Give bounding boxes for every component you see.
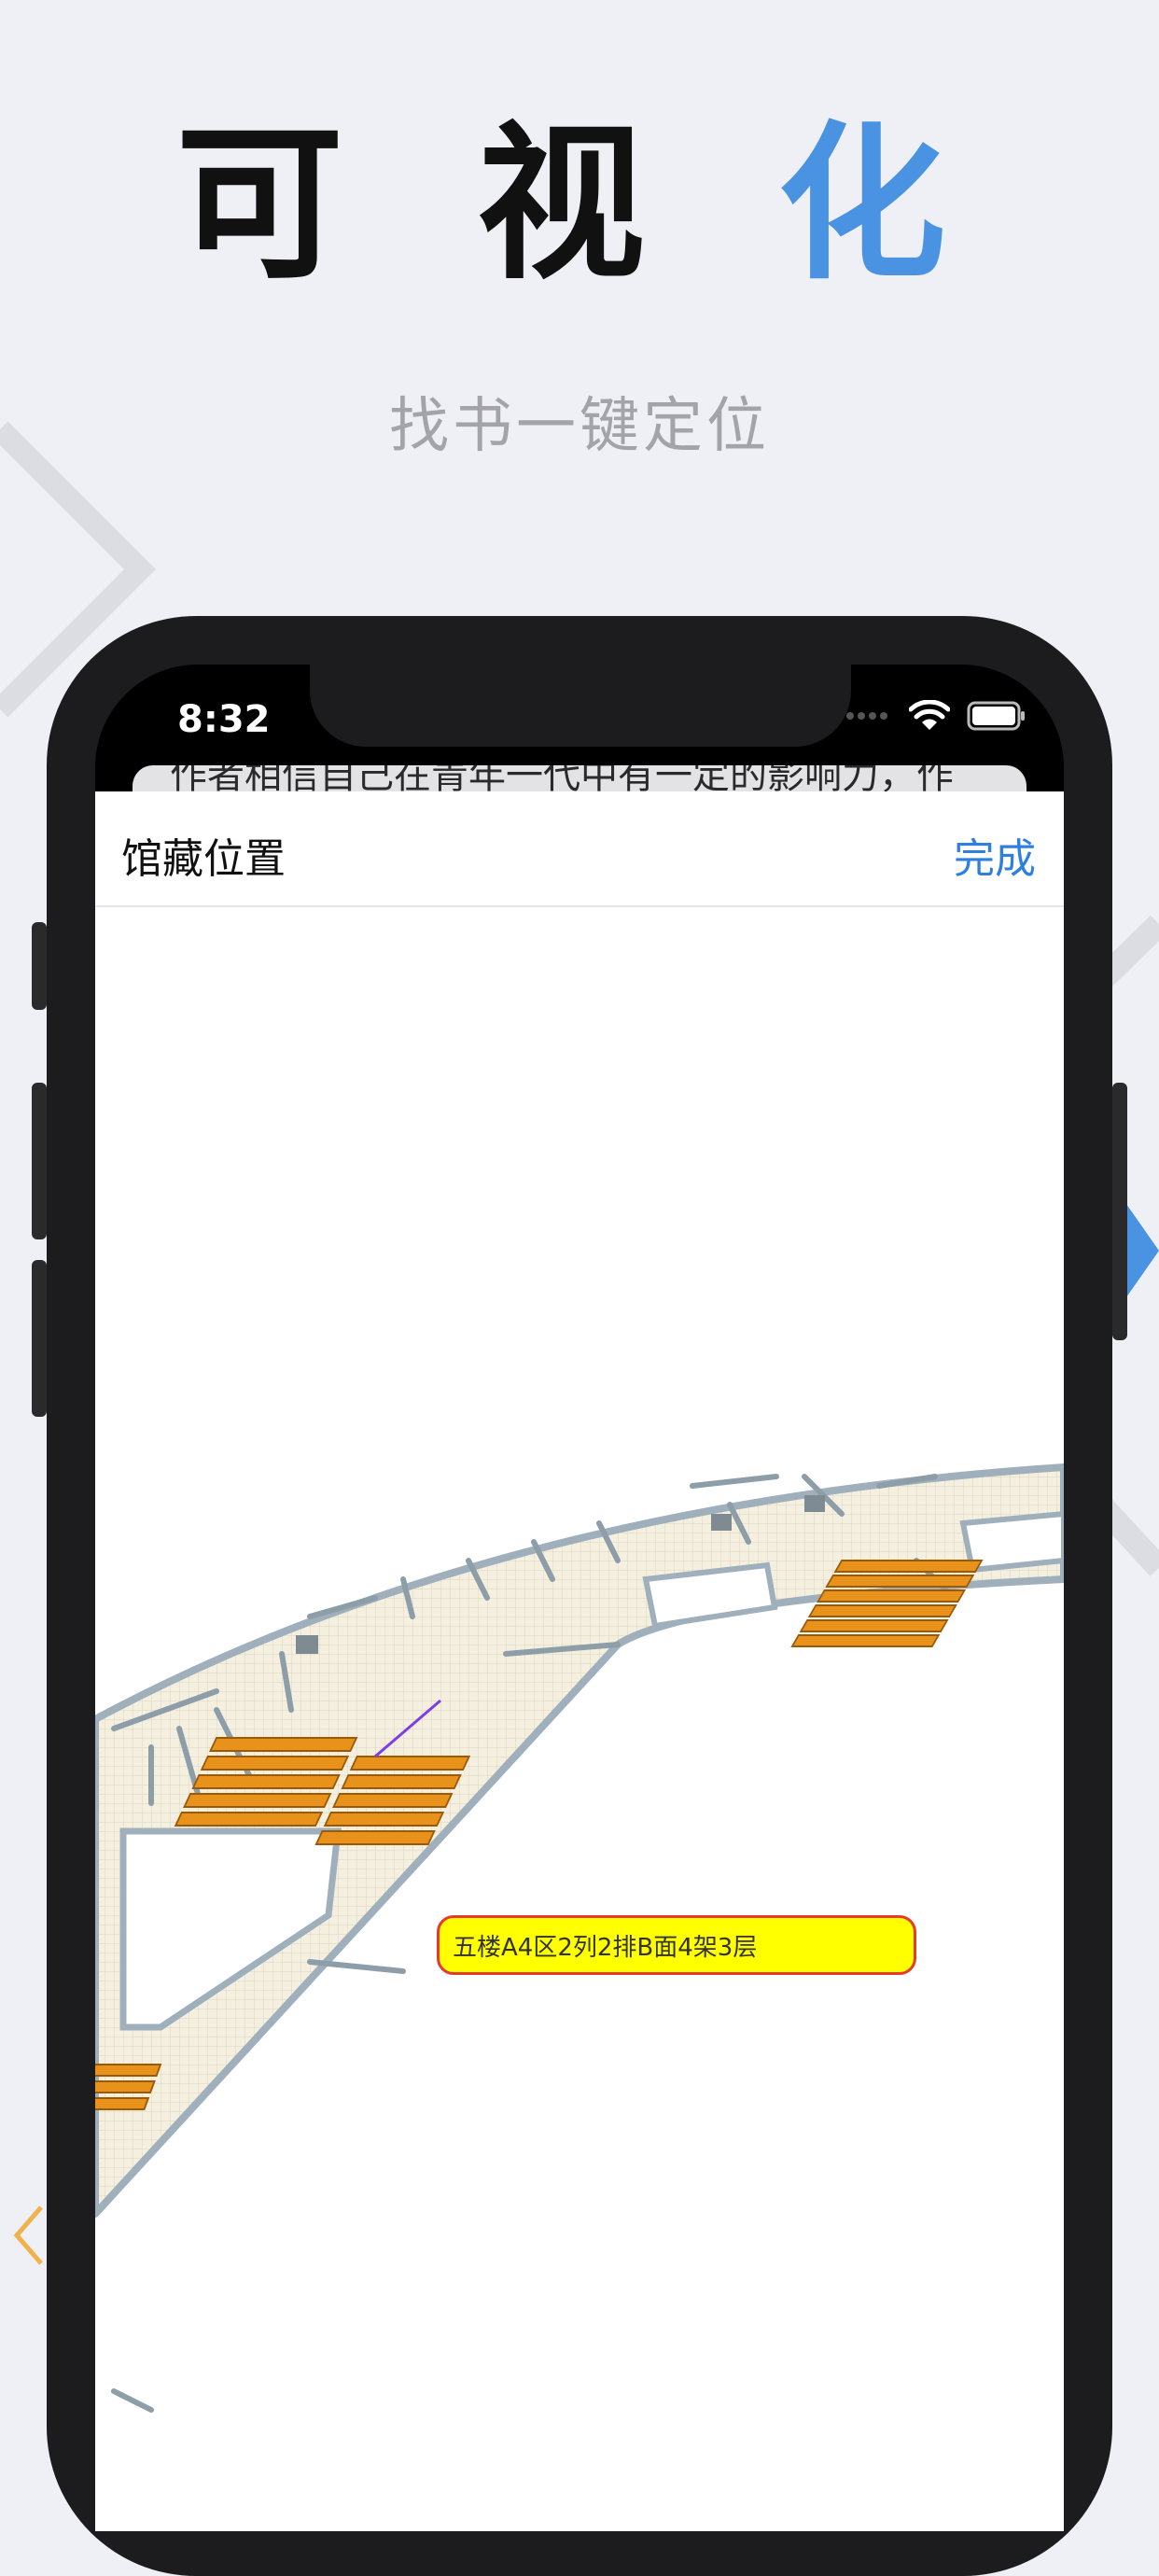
bookshelf: [833, 1560, 984, 1573]
bookshelf: [174, 1812, 324, 1827]
phone-power-button: [1112, 1083, 1127, 1340]
headline-accent: 化: [777, 107, 984, 302]
equipment-block: [296, 1635, 318, 1654]
phone-mute-switch: [32, 922, 47, 1010]
bookshelf: [209, 1737, 358, 1752]
status-time: 8:32: [177, 698, 271, 741]
bookshelf: [183, 1793, 332, 1808]
bookshelf: [332, 1793, 454, 1808]
decorative-orange-diamond: [13, 2205, 43, 2265]
headline-main: 可 视: [175, 107, 778, 302]
bookshelf: [191, 1774, 341, 1789]
phone-notch: [310, 665, 851, 747]
phone-screen: 8:32 作者相信自己在青年一代中有一定的影响力，作 馆藏位置 完成 五楼A4区…: [95, 665, 1064, 2531]
nav-bar: 馆藏位置 完成: [95, 791, 1064, 907]
location-sheet: 馆藏位置 完成 五楼A4区2列2排B面4架3层: [95, 791, 1064, 2531]
wifi-icon: [909, 700, 950, 730]
library-3d-map[interactable]: 五楼A4区2列2排B面4架3层: [95, 907, 1064, 2531]
location-tag[interactable]: 五楼A4区2列2排B面4架3层: [437, 1915, 916, 1975]
bookshelf: [349, 1756, 471, 1771]
headline: 可 视 化: [0, 121, 1159, 289]
bookshelf: [314, 1830, 436, 1845]
bookshelf: [799, 1619, 949, 1632]
bookshelf: [817, 1589, 967, 1603]
cellular-dots-icon: [846, 712, 887, 720]
bookshelf: [200, 1756, 350, 1771]
bookshelf: [95, 2080, 156, 2093]
bookshelf: [95, 2064, 162, 2077]
nav-title: 馆藏位置: [121, 835, 286, 883]
floor-plan: [95, 1463, 1064, 2413]
battery-icon: [967, 701, 1025, 731]
phone-volume-up: [32, 1083, 47, 1239]
bookshelf: [825, 1575, 975, 1588]
equipment-block: [804, 1495, 825, 1512]
phone-volume-down: [32, 1260, 47, 1417]
bookshelf: [323, 1812, 445, 1827]
status-icons: [845, 700, 1026, 732]
bookshelf: [790, 1634, 941, 1647]
courtyard-cutout: [642, 1561, 778, 1630]
bookshelf: [341, 1774, 462, 1789]
done-button[interactable]: 完成: [954, 825, 1036, 885]
bookshelf: [95, 2097, 150, 2110]
subline: 找书一键定位: [389, 392, 770, 461]
equipment-block: [711, 1514, 732, 1531]
bookshelf: [807, 1604, 957, 1617]
